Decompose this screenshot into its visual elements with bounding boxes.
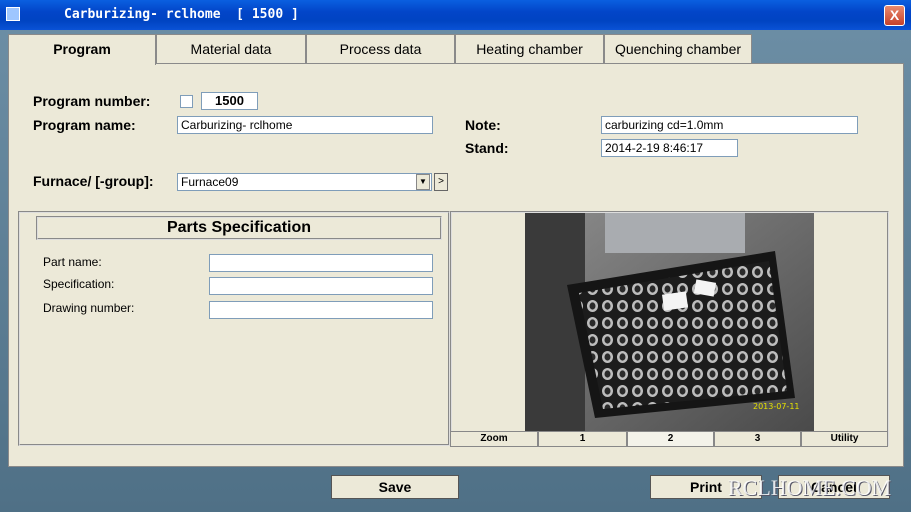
utility-button[interactable]: Utility [801, 431, 888, 447]
specification-label: Specification: [43, 277, 115, 291]
tab-heating-chamber[interactable]: Heating chamber [455, 34, 604, 63]
program-number-checkbox[interactable] [180, 95, 193, 108]
save-button[interactable]: Save [331, 475, 459, 499]
chevron-right-icon[interactable]: > [434, 173, 448, 191]
parts-basket-photo: 2013-07-11 [525, 213, 814, 431]
parts-specification-header: Parts Specification [36, 216, 442, 240]
app-icon [6, 7, 20, 21]
tab-program[interactable]: Program [8, 34, 156, 65]
photo-timestamp-text: 2013-07-11 [753, 402, 800, 411]
basket-photo-image: 2013-07-11 [525, 213, 814, 431]
zoom-button[interactable]: Zoom [450, 431, 538, 447]
part-name-field[interactable] [209, 254, 433, 272]
drawing-number-field[interactable] [209, 301, 433, 319]
image-2-button[interactable]: 2 [627, 431, 714, 447]
chevron-down-icon[interactable]: ▼ [416, 174, 430, 190]
window-title: Carburizing- rclhome [ 1500 ] [64, 7, 299, 22]
program-name-field[interactable]: Carburizing- rclhome [177, 116, 433, 134]
application-window: Carburizing- rclhome [ 1500 ] X Program … [0, 0, 911, 512]
parts-specification-group [18, 211, 450, 446]
tab-material-data[interactable]: Material data [156, 34, 306, 63]
watermark-text: RCLHOME.COM [728, 475, 892, 500]
program-number-label: Program number: [33, 93, 151, 109]
image-1-button[interactable]: 1 [538, 431, 627, 447]
stand-field: 2014-2-19 8:46:17 [601, 139, 738, 157]
program-name-label: Program name: [33, 117, 136, 133]
tab-quenching-chamber[interactable]: Quenching chamber [604, 34, 752, 63]
stand-label: Stand: [465, 140, 509, 156]
close-button[interactable]: X [884, 5, 905, 26]
specification-field[interactable] [209, 277, 433, 295]
part-name-label: Part name: [43, 255, 102, 269]
title-bar: Carburizing- rclhome [ 1500 ] X [0, 0, 911, 30]
drawing-number-label: Drawing number: [43, 301, 135, 315]
note-label: Note: [465, 117, 501, 133]
furnace-label: Furnace/ [-group]: [33, 173, 154, 189]
tab-process-data[interactable]: Process data [306, 34, 455, 63]
furnace-select[interactable]: Furnace09 [177, 173, 432, 191]
program-number-field[interactable]: 1500 [201, 92, 258, 110]
image-3-button[interactable]: 3 [714, 431, 801, 447]
note-field[interactable]: carburizing cd=1.0mm [601, 116, 858, 134]
